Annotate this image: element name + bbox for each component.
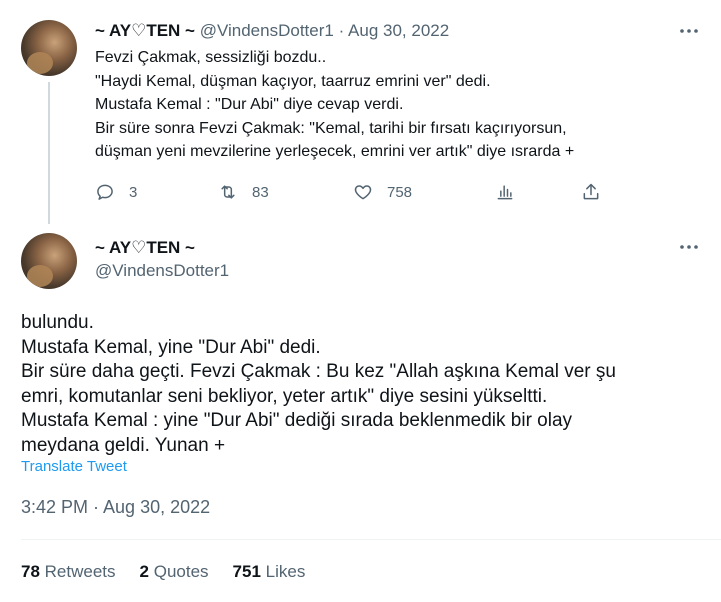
tweet2-line: bulundu. <box>21 312 94 333</box>
like-button[interactable]: 758 <box>353 180 412 204</box>
share-icon <box>583 183 599 200</box>
tweet1-separator: · <box>338 21 345 40</box>
tweet1-header: ~ AY♡TEN ~ @VindensDotter1 · Aug 30, 202… <box>95 20 449 42</box>
analytics-icon <box>497 185 513 200</box>
tweet2-line: Bir süre daha geçti. Fevzi Çakmak : Bu k… <box>21 361 616 382</box>
tweet1-handle[interactable]: @VindensDotter1 <box>200 21 334 40</box>
quotes-stat[interactable]: 2 Quotes <box>140 562 209 582</box>
tweet2-text: bulundu. Mustafa Kemal, yine "Dur Abi" d… <box>21 311 711 458</box>
reply-icon <box>97 184 113 200</box>
tweet-stats: 78 Retweets 2 Quotes 751 Likes <box>21 562 329 582</box>
divider <box>21 539 721 540</box>
thread-connector-line <box>48 82 50 224</box>
tweet2-display-name[interactable]: ~ AY♡TEN ~ <box>95 237 195 259</box>
reply-button[interactable]: 3 <box>95 180 137 204</box>
retweets-stat-count: 78 <box>21 562 40 581</box>
retweet-button[interactable]: 83 <box>218 180 269 204</box>
retweets-stat-label: Retweets <box>44 562 116 581</box>
reply-count: 3 <box>129 183 138 201</box>
tweet2-line: Mustafa Kemal : yine "Dur Abi" dediği sı… <box>21 410 573 431</box>
likes-stat[interactable]: 751 Likes <box>233 562 306 582</box>
like-count: 758 <box>387 183 413 201</box>
tweet1-date[interactable]: Aug 30, 2022 <box>348 21 449 40</box>
quotes-stat-count: 2 <box>139 562 149 581</box>
tweet2-line: emri, komutanlar seni bekliyor, yeter ar… <box>21 385 548 407</box>
retweets-stat[interactable]: 78 Retweets <box>21 562 116 582</box>
share-button[interactable] <box>581 180 601 204</box>
tweet1-line: "Haydi Kemal, düşman kaçıyor, taarruz em… <box>95 72 491 90</box>
likes-stat-count: 751 <box>232 562 261 581</box>
tweet1-line: Bir süre sonra Fevzi Çakmak: "Kemal, tar… <box>95 119 567 137</box>
translate-tweet-link[interactable]: Translate Tweet <box>21 458 127 475</box>
tweet2-line: meydana geldi. Yunan + <box>21 434 226 456</box>
tweet1-line: düşman yeni mevzilerine yerleşecek, emri… <box>95 143 575 160</box>
tweet2-timestamp[interactable]: 3:42 PM · Aug 30, 2022 <box>21 497 210 518</box>
avatar-tweet2[interactable] <box>21 233 77 289</box>
tweet2-handle[interactable]: @VindensDotter1 <box>95 260 229 282</box>
likes-stat-label: Likes <box>265 562 306 581</box>
more-horizontal-icon[interactable] <box>678 20 700 42</box>
heart-icon <box>354 185 372 200</box>
avatar-tweet1[interactable] <box>21 20 77 76</box>
tweet2-line: Mustafa Kemal, yine "Dur Abi" dedi. <box>21 336 321 358</box>
tweet1-line: Mustafa Kemal : "Dur Abi" diye cevap ver… <box>95 96 404 113</box>
analytics-button[interactable] <box>495 180 515 204</box>
retweet-icon <box>221 185 235 199</box>
tweet1-line: Fevzi Çakmak, sessizliği bozdu.. <box>95 49 327 66</box>
quotes-stat-label: Quotes <box>153 562 209 581</box>
more-horizontal-icon[interactable] <box>678 236 700 258</box>
retweet-count: 83 <box>252 183 269 201</box>
tweet1-text: Fevzi Çakmak, sessizliği bozdu.. "Haydi … <box>95 46 695 164</box>
tweet1-display-name[interactable]: ~ AY♡TEN ~ <box>95 21 195 40</box>
